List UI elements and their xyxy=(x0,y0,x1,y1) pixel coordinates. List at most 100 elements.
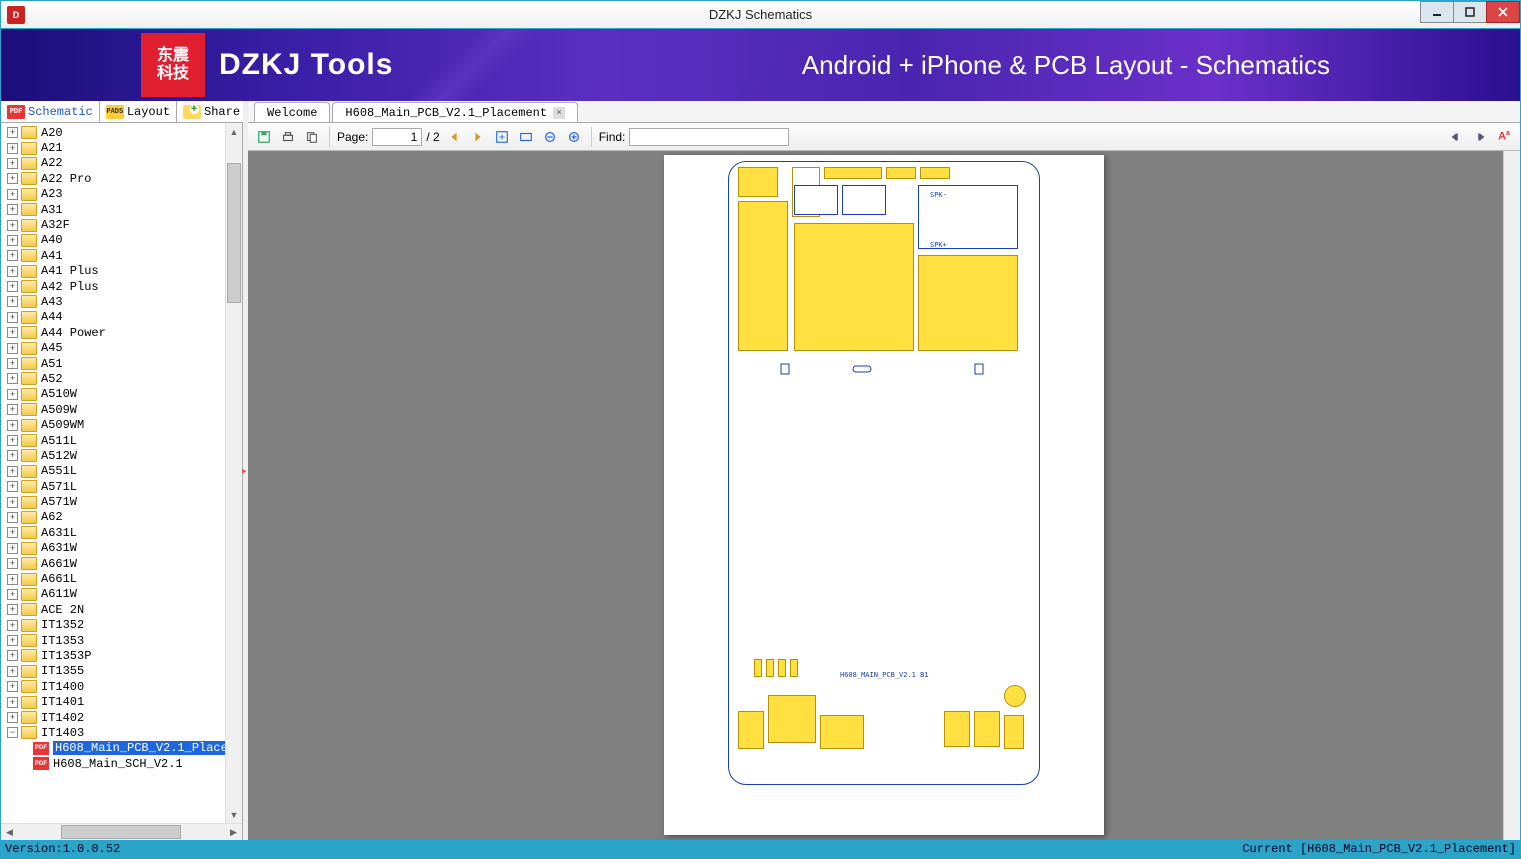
viewer-scrollbar[interactable] xyxy=(1503,151,1520,840)
tree-folder[interactable]: A511L xyxy=(7,433,225,448)
tree-folder[interactable]: A551L xyxy=(7,464,225,479)
tab-welcome[interactable]: Welcome xyxy=(254,102,330,122)
tree-folder[interactable]: A661W xyxy=(7,556,225,571)
next-page-button[interactable] xyxy=(468,127,488,147)
zoom-out-button[interactable] xyxy=(540,127,560,147)
tree-folder[interactable]: A571L xyxy=(7,479,225,494)
tree-folder[interactable]: A509WM xyxy=(7,417,225,432)
pdf-viewer[interactable]: SPK- SPK+ H608_MAIN_PCB_V2.1 B1 xyxy=(248,151,1520,840)
expand-icon[interactable] xyxy=(7,620,18,631)
expand-icon[interactable] xyxy=(7,635,18,646)
sidebar-tab-layout[interactable]: PADS Layout xyxy=(100,101,177,122)
tree[interactable]: A20A21A22A22 ProA23A31A32FA40A41A41 Plus… xyxy=(1,123,225,823)
expand-icon[interactable] xyxy=(7,127,18,138)
tree-folder[interactable]: IT1400 xyxy=(7,679,225,694)
expand-icon[interactable] xyxy=(7,235,18,246)
tree-folder[interactable]: A40 xyxy=(7,233,225,248)
expand-icon[interactable] xyxy=(7,158,18,169)
fit-page-button[interactable] xyxy=(492,127,512,147)
tree-folder[interactable]: A22 xyxy=(7,156,225,171)
tree-folder[interactable]: A509W xyxy=(7,402,225,417)
tree-folder[interactable]: A31 xyxy=(7,202,225,217)
tree-folder[interactable]: A21 xyxy=(7,140,225,155)
expand-icon[interactable] xyxy=(7,173,18,184)
scroll-right-icon[interactable]: ▶ xyxy=(225,824,242,840)
expand-icon[interactable] xyxy=(7,697,18,708)
expand-icon[interactable] xyxy=(7,574,18,585)
expand-icon[interactable] xyxy=(7,220,18,231)
expand-icon[interactable] xyxy=(7,389,18,400)
scroll-thumb[interactable] xyxy=(227,163,241,303)
tree-scrollbar[interactable]: ▲ ▼ xyxy=(225,123,242,823)
scroll-down-icon[interactable]: ▼ xyxy=(226,806,242,823)
tree-folder[interactable]: ACE 2N xyxy=(7,602,225,617)
tree-folder[interactable]: A631W xyxy=(7,541,225,556)
tree-folder[interactable]: A41 xyxy=(7,248,225,263)
sidebar-tab-share[interactable]: Share xyxy=(177,101,247,122)
expand-icon[interactable] xyxy=(7,204,18,215)
expand-icon[interactable] xyxy=(7,189,18,200)
print-button[interactable] xyxy=(278,127,298,147)
tree-hscrollbar[interactable]: ◀ ▶ xyxy=(1,823,242,840)
tab-current-document[interactable]: H608_Main_PCB_V2.1_Placement × xyxy=(332,102,578,122)
tree-folder[interactable]: A661L xyxy=(7,571,225,586)
expand-icon[interactable] xyxy=(7,727,18,738)
expand-icon[interactable] xyxy=(7,650,18,661)
fit-width-button[interactable] xyxy=(516,127,536,147)
expand-icon[interactable] xyxy=(7,527,18,538)
tree-file[interactable]: PDFH608_Main_SCH_V2.1 xyxy=(7,756,225,771)
sidebar-tab-schematic[interactable]: PDF Schematic xyxy=(1,101,100,122)
scroll-left-icon[interactable]: ◀ xyxy=(1,824,18,840)
tree-folder[interactable]: A42 Plus xyxy=(7,279,225,294)
expand-icon[interactable] xyxy=(7,481,18,492)
expand-icon[interactable] xyxy=(7,712,18,723)
tree-folder[interactable]: IT1402 xyxy=(7,710,225,725)
tree-folder[interactable]: A22 Pro xyxy=(7,171,225,186)
expand-icon[interactable] xyxy=(7,343,18,354)
copy-button[interactable] xyxy=(302,127,322,147)
tree-folder[interactable]: IT1403 xyxy=(7,725,225,740)
tree-folder[interactable]: A52 xyxy=(7,371,225,386)
expand-icon[interactable] xyxy=(7,327,18,338)
find-next-button[interactable] xyxy=(1470,127,1490,147)
save-button[interactable] xyxy=(254,127,274,147)
tree-folder[interactable]: A51 xyxy=(7,356,225,371)
expand-icon[interactable] xyxy=(7,512,18,523)
prev-page-button[interactable] xyxy=(444,127,464,147)
expand-icon[interactable] xyxy=(7,466,18,477)
tree-folder[interactable]: A510W xyxy=(7,387,225,402)
find-prev-button[interactable] xyxy=(1446,127,1466,147)
tree-folder[interactable]: A20 xyxy=(7,125,225,140)
expand-icon[interactable] xyxy=(7,589,18,600)
tree-folder[interactable]: A631L xyxy=(7,525,225,540)
expand-icon[interactable] xyxy=(7,435,18,446)
find-input[interactable] xyxy=(629,128,789,146)
tree-folder[interactable]: IT1401 xyxy=(7,694,225,709)
expand-icon[interactable] xyxy=(7,358,18,369)
expand-icon[interactable] xyxy=(7,420,18,431)
tree-folder[interactable]: A512W xyxy=(7,448,225,463)
tree-folder[interactable]: A23 xyxy=(7,187,225,202)
expand-icon[interactable] xyxy=(7,143,18,154)
close-button[interactable] xyxy=(1486,1,1520,23)
expand-icon[interactable] xyxy=(7,404,18,415)
tree-file[interactable]: PDFH608_Main_PCB_V2.1_Placement xyxy=(7,741,225,756)
tree-folder[interactable]: A45 xyxy=(7,340,225,355)
tree-folder[interactable]: IT1353P xyxy=(7,648,225,663)
expand-icon[interactable] xyxy=(7,373,18,384)
tree-folder[interactable]: IT1353 xyxy=(7,633,225,648)
maximize-button[interactable] xyxy=(1453,1,1487,23)
expand-icon[interactable] xyxy=(7,604,18,615)
expand-icon[interactable] xyxy=(7,558,18,569)
expand-icon[interactable] xyxy=(7,250,18,261)
expand-icon[interactable] xyxy=(7,497,18,508)
tree-folder[interactable]: A44 Power xyxy=(7,325,225,340)
expand-icon[interactable] xyxy=(7,266,18,277)
text-size-button[interactable]: Aa xyxy=(1494,127,1514,147)
tree-folder[interactable]: A62 xyxy=(7,510,225,525)
tab-close-icon[interactable]: × xyxy=(553,107,565,119)
expand-icon[interactable] xyxy=(7,543,18,554)
expand-icon[interactable] xyxy=(7,296,18,307)
tree-folder[interactable]: A611W xyxy=(7,587,225,602)
tree-folder[interactable]: A571W xyxy=(7,494,225,509)
